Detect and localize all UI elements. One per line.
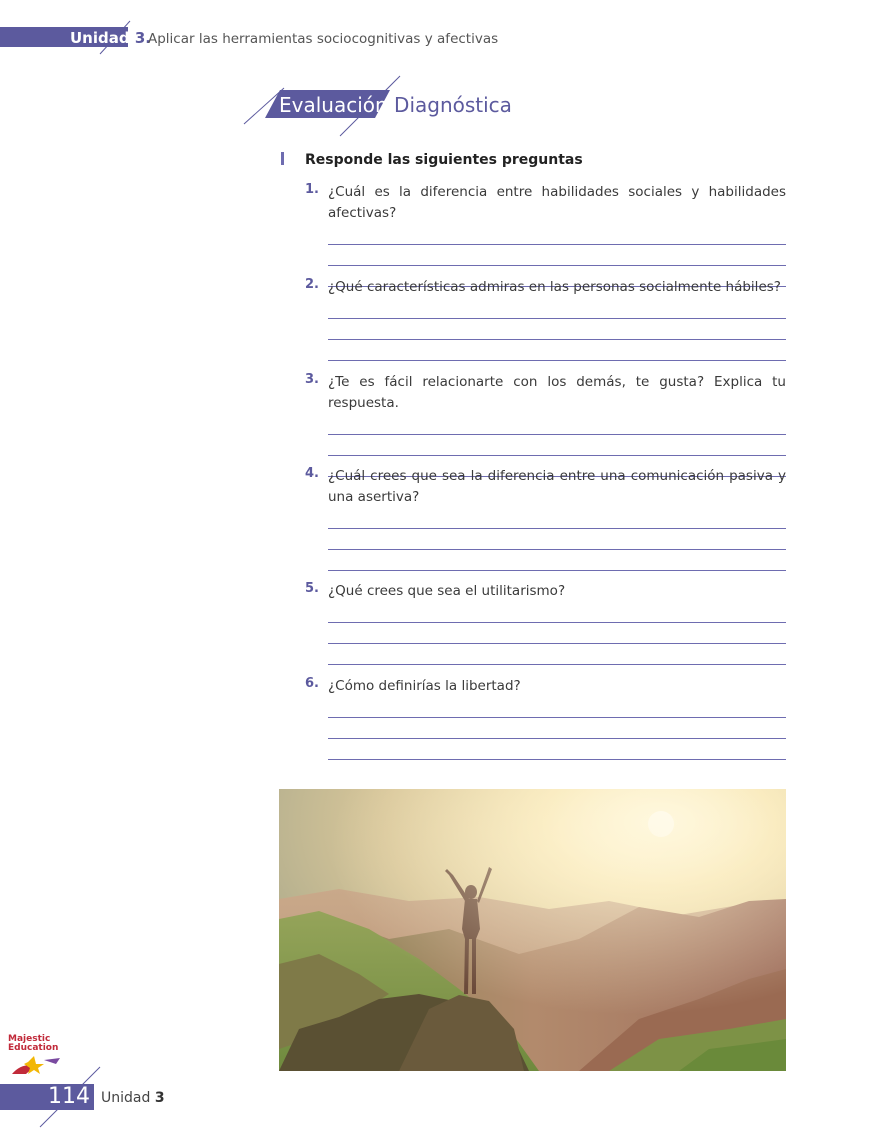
answer-lines[interactable] [328, 298, 786, 361]
answer-line[interactable] [328, 298, 786, 319]
answer-line[interactable] [328, 623, 786, 644]
header-unit-label: Unidad 3. [70, 29, 151, 47]
answer-lines[interactable] [328, 697, 786, 760]
question-5: 5. ¿Qué crees que sea el utilitarismo? [305, 581, 786, 665]
section-title-part2: Diagnóstica [394, 93, 512, 117]
answer-line[interactable] [328, 414, 786, 435]
answer-line[interactable] [328, 602, 786, 623]
question-4: 4. ¿Cuál crees que sea la diferencia ent… [305, 466, 786, 571]
question-6: 6. ¿Cómo definirías la libertad? [305, 676, 786, 760]
page-number: 114 [48, 1084, 90, 1109]
question-text: ¿Cómo definirías la libertad? [328, 678, 521, 694]
question-number: 5. [305, 581, 319, 596]
question-1: 1. ¿Cuál es la diferencia entre habilida… [305, 182, 786, 287]
answer-lines[interactable] [328, 508, 786, 571]
footer-unit-word: Unidad [101, 1090, 151, 1106]
answer-line[interactable] [328, 644, 786, 665]
question-text: ¿Cuál es la diferencia entre habilidades… [328, 184, 786, 221]
answer-line[interactable] [328, 435, 786, 456]
header-unit-word: Unidad [70, 29, 130, 47]
question-number: 3. [305, 372, 319, 387]
instruction-heading: Responde las siguientes preguntas [305, 152, 583, 168]
question-number: 1. [305, 182, 319, 197]
answer-line[interactable] [328, 319, 786, 340]
question-text: ¿Te es fácil relacionarte con los demás,… [328, 374, 786, 411]
section-title: Evaluación Diagnóstica [279, 93, 512, 117]
question-2: 2. ¿Qué características admiras en las p… [305, 277, 786, 361]
section-title-part1: Evaluación [279, 93, 388, 117]
question-text: ¿Qué características admiras en las pers… [328, 279, 781, 295]
mountain-sunrise-photo [279, 789, 786, 1071]
answer-line[interactable] [328, 529, 786, 550]
question-number: 6. [305, 676, 319, 691]
answer-line[interactable] [328, 245, 786, 266]
question-number: 2. [305, 277, 319, 292]
answer-line[interactable] [328, 739, 786, 760]
answer-line[interactable] [328, 550, 786, 571]
footer-unit-label: Unidad 3 [101, 1090, 165, 1106]
question-number: 4. [305, 466, 319, 481]
footer-unit-number: 3 [154, 1090, 165, 1106]
question-text: ¿Qué crees que sea el utilitarismo? [328, 583, 566, 599]
answer-line[interactable] [328, 718, 786, 739]
answer-lines[interactable] [328, 602, 786, 665]
instruction-marker [281, 152, 284, 165]
answer-line[interactable] [328, 340, 786, 361]
answer-line[interactable] [328, 224, 786, 245]
answer-line[interactable] [328, 697, 786, 718]
question-text: ¿Cuál crees que sea la diferencia entre … [328, 468, 786, 505]
header-subtitle: Aplicar las herramientas sociocognitivas… [148, 31, 499, 47]
question-3: 3. ¿Te es fácil relacionarte con los dem… [305, 372, 786, 477]
answer-line[interactable] [328, 508, 786, 529]
